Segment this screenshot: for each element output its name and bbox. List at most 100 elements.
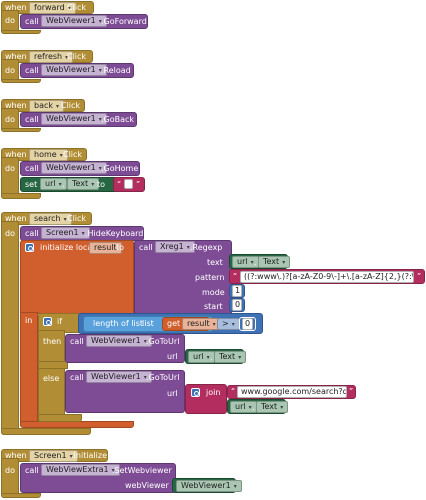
do-label: do xyxy=(5,229,15,238)
variable-dropdown-result[interactable]: result ▾ xyxy=(182,318,221,330)
initialize-local-label: initialize local xyxy=(40,243,95,252)
if-block-footer xyxy=(38,414,82,422)
length-of-list-label: length of list xyxy=(93,319,144,328)
when-label: when xyxy=(5,3,27,12)
text-input-pattern[interactable]: ((?:www\.)?[a-zA-Z0-9\-]+\.[a-zA-Z]{2,}(… xyxy=(240,271,414,283)
in-label: in xyxy=(25,316,33,325)
event-footer xyxy=(1,79,41,83)
do-label: do xyxy=(5,66,15,75)
do-label: do xyxy=(5,164,15,173)
method-name: .SetWebviewer xyxy=(112,466,172,475)
call-label: call xyxy=(25,229,39,238)
call-label: call xyxy=(70,373,84,382)
component-dropdown-screen1[interactable]: Screen1 ▾ xyxy=(41,227,90,239)
method-name: .GoToUrl xyxy=(146,337,180,346)
method-name: .GoHome xyxy=(101,164,139,173)
method-name: .GoForward xyxy=(101,17,147,26)
dot-separator: . xyxy=(252,403,255,412)
component-dropdown-webviewer1[interactable]: WebViewer1 ▾ xyxy=(41,162,107,174)
property-dropdown-text[interactable]: Text ▾ xyxy=(214,351,247,363)
param-text-label: text xyxy=(207,258,223,267)
event-body-initialize xyxy=(1,458,19,498)
when-label: when xyxy=(5,150,27,159)
text-input-empty[interactable] xyxy=(124,179,133,189)
component-dropdown-webviewer1[interactable]: WebViewer1 ▾ xyxy=(41,113,107,125)
event-footer xyxy=(1,30,41,34)
join-label: join xyxy=(206,388,221,397)
event-footer xyxy=(1,128,41,132)
param-url-label: url xyxy=(167,352,178,361)
param-url-label: url xyxy=(167,389,178,398)
call-label: call xyxy=(70,337,84,346)
open-quote-icon: “ xyxy=(231,387,236,396)
do-label: do xyxy=(5,466,15,475)
component-dropdown-webviewer1[interactable]: WebViewer1 ▾ xyxy=(41,64,107,76)
else-label: else xyxy=(43,374,60,383)
param-start-label: start xyxy=(204,302,223,311)
number-input-mode[interactable]: 1 xyxy=(232,285,242,297)
when-label: when xyxy=(5,101,27,110)
component-dropdown-search[interactable]: search ▾ xyxy=(29,213,72,225)
event-name-forward: Click xyxy=(67,3,87,12)
to-label: to xyxy=(97,180,106,189)
open-quote-icon: “ xyxy=(233,272,238,281)
property-dropdown-text[interactable]: Text ▾ xyxy=(256,401,289,413)
call-label: call xyxy=(25,164,39,173)
compare-operator-dropdown[interactable]: > ▾ xyxy=(217,318,240,330)
event-name-refresh: Click xyxy=(67,52,87,61)
method-name: .Regexp xyxy=(190,243,223,252)
component-dropdown-webviewer1[interactable]: WebViewer1 ▾ xyxy=(41,15,107,27)
when-label: when xyxy=(5,214,27,223)
text-input-google-search[interactable]: www.google.com/search?q= xyxy=(237,386,347,398)
component-dropdown-home[interactable]: home ▾ xyxy=(29,149,68,161)
property-dropdown-text[interactable]: Text ▾ xyxy=(258,256,291,268)
mutator-gear-icon[interactable] xyxy=(25,243,34,252)
get-label: get xyxy=(167,319,181,328)
set-label: set xyxy=(25,180,38,189)
close-quote-icon: ” xyxy=(136,180,141,189)
mutator-gear-icon[interactable] xyxy=(191,388,200,397)
property-dropdown-text[interactable]: Text ▾ xyxy=(67,178,100,190)
event-footer xyxy=(1,193,41,199)
component-dropdown-back[interactable]: back ▾ xyxy=(29,100,65,112)
event-footer xyxy=(1,428,91,435)
number-input-start[interactable]: 0 xyxy=(232,299,242,311)
component-dropdown-webviewer1[interactable]: WebViewer1 ▾ xyxy=(86,371,152,383)
call-label: call xyxy=(25,115,39,124)
when-label: when xyxy=(5,451,27,460)
component-dropdown-xreg1[interactable]: Xreg1 ▾ xyxy=(155,241,195,253)
then-label: then xyxy=(43,337,62,346)
dot-separator: . xyxy=(254,258,257,267)
call-label: call xyxy=(139,243,153,252)
event-name-back: Click xyxy=(61,101,81,110)
method-name: .GoBack xyxy=(101,115,135,124)
event-footer xyxy=(1,493,41,498)
do-label: do xyxy=(5,16,15,25)
initialize-local-footer xyxy=(20,421,134,428)
component-dropdown-webviewer1[interactable]: WebViewer1 ▾ xyxy=(176,480,242,492)
call-label: call xyxy=(25,66,39,75)
method-name: .HideKeyboard xyxy=(85,229,144,238)
mutator-gear-icon[interactable] xyxy=(43,317,52,326)
number-input-compare[interactable]: 0 xyxy=(242,318,253,330)
list-param-label: list xyxy=(142,319,154,328)
open-quote-icon: “ xyxy=(117,180,122,189)
event-body-search xyxy=(1,221,19,435)
component-dropdown-webviewextra1[interactable]: WebViewExtra1 ▾ xyxy=(41,464,120,476)
if-label: if xyxy=(57,317,63,326)
event-name-search: Click xyxy=(67,214,87,223)
event-name-initialize: .Initialize xyxy=(71,451,108,460)
component-dropdown-webviewer1[interactable]: WebViewer1 ▾ xyxy=(86,335,152,347)
do-label: do xyxy=(5,115,15,124)
param-pattern-label: pattern xyxy=(195,273,225,282)
param-webviewer-label: webViewer xyxy=(125,481,169,490)
to-label: to xyxy=(116,243,125,252)
dot-separator: . xyxy=(62,180,65,189)
when-label: when xyxy=(5,52,27,61)
dot-separator: . xyxy=(210,353,213,362)
if-else-divider xyxy=(38,361,68,369)
call-label: call xyxy=(25,17,39,26)
method-name: .Reload xyxy=(101,66,131,75)
initialize-local-body xyxy=(20,312,38,424)
close-quote-icon: ” xyxy=(349,387,354,396)
